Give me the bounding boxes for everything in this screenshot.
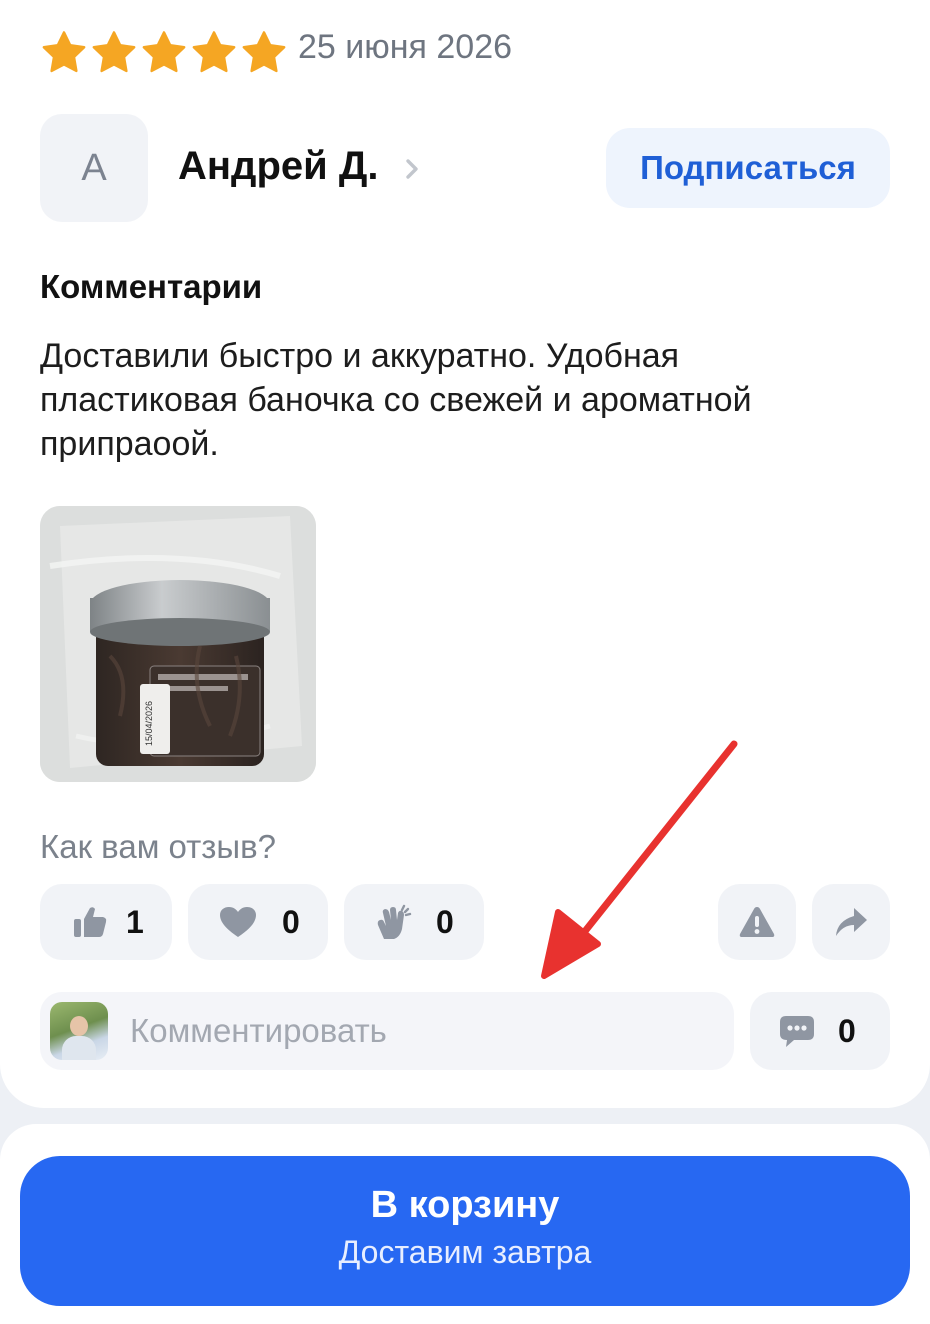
- cart-button-label: В корзину: [370, 1184, 560, 1226]
- comments-title: Комментарии: [40, 268, 263, 305]
- star-icon: [240, 30, 288, 74]
- comments-count: 0: [838, 1012, 856, 1049]
- share-icon: [836, 908, 867, 936]
- clap-count: 0: [436, 903, 454, 940]
- comments-count-button[interactable]: 0: [750, 992, 890, 1070]
- comment-input[interactable]: [128, 1011, 692, 1051]
- star-icon: [140, 30, 188, 74]
- like-count: 1: [126, 903, 144, 940]
- star-icon: [90, 30, 138, 74]
- clap-icon: [377, 904, 412, 939]
- like-button[interactable]: 1: [40, 884, 172, 960]
- author-avatar[interactable]: А: [40, 114, 148, 222]
- photo-jar-image: 15/04/2026: [40, 506, 316, 782]
- heart-icon: [220, 907, 256, 937]
- chevron-right-icon[interactable]: [402, 158, 422, 180]
- review-text: Доставили быстро и аккуратно. Удобная пл…: [40, 337, 752, 463]
- star-icon: [190, 30, 238, 74]
- author-initial: А: [81, 146, 107, 189]
- feedback-question: Как вам отзыв?: [40, 828, 277, 865]
- subscribe-button[interactable]: Подписаться: [606, 128, 890, 208]
- comment-box[interactable]: [40, 992, 734, 1070]
- author-name[interactable]: Андрей Д.: [178, 144, 378, 189]
- delivery-label: Доставим завтра: [338, 1234, 592, 1270]
- warning-icon: [739, 907, 775, 937]
- clap-button[interactable]: 0: [344, 884, 484, 960]
- rating-stars: [40, 30, 288, 74]
- thumbs-up-icon: [74, 907, 107, 937]
- photo-label-date: 15/04/2026: [144, 701, 154, 746]
- review-date: 25 июня 2026: [298, 28, 513, 66]
- star-icon: [40, 30, 88, 74]
- heart-count: 0: [282, 903, 300, 940]
- user-avatar: [50, 1002, 108, 1060]
- comment-icon: [780, 1016, 814, 1047]
- review-photo[interactable]: 15/04/2026: [40, 506, 316, 782]
- share-button[interactable]: [812, 884, 890, 960]
- add-to-cart-button[interactable]: В корзину Доставим завтра: [20, 1156, 910, 1306]
- heart-button[interactable]: 0: [188, 884, 328, 960]
- report-button[interactable]: [718, 884, 796, 960]
